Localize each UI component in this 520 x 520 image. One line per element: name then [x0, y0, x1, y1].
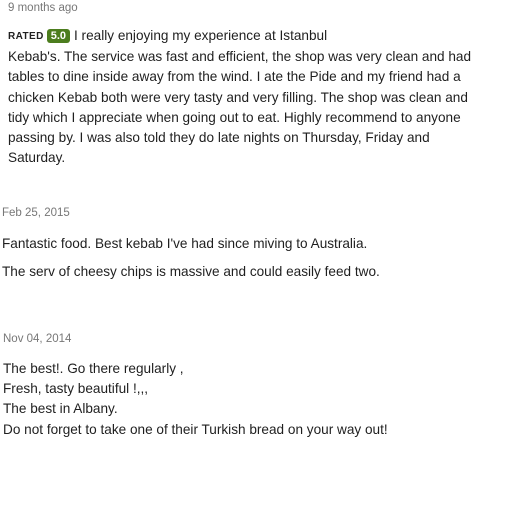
review-text-line: chicken Kebab both were very tasty and v…: [8, 89, 468, 105]
review-date: Nov 04, 2014: [3, 333, 72, 345]
review-text-line: tables to dine inside away from the wind…: [8, 69, 461, 85]
review-text-line: Fantastic food. Best kebab I've had sinc…: [2, 236, 368, 251]
review-item: Feb 25, 2015 Fantastic food. Best kebab …: [0, 205, 520, 286]
review-date: Feb 25, 2015: [2, 207, 70, 219]
review-body: The best!. Go there regularly , Fresh, t…: [3, 359, 520, 440]
review-item: 9 months ago RATED 5.0 I really enjoying m…: [0, 0, 520, 168]
review-text-line: I really enjoying my experience at Istan…: [74, 28, 328, 43]
review-text-line: The serv of cheesy chips is massive and …: [2, 264, 380, 279]
review-text-line: tidy which I appreciate when going out t…: [8, 109, 461, 125]
review-text-line: passing by. I was also told they do late…: [8, 130, 430, 146]
review-body: RATED 5.0 I really enjoying my experience …: [8, 26, 512, 168]
review-body: Fantastic food. Best kebab I've had sinc…: [2, 230, 520, 286]
rated-label: RATED: [8, 31, 44, 42]
review-text-line: The best!. Go there regularly ,: [3, 361, 184, 376]
reviews-page: 9 months ago RATED 5.0 I really enjoying m…: [0, 0, 520, 520]
review-text-line: Kebab's. The service was fast and effici…: [8, 49, 472, 65]
review-text-line: The best in Albany.: [3, 401, 118, 417]
review-text-line: Saturday.: [8, 150, 66, 166]
review-date: 9 months ago: [8, 2, 78, 14]
review-item: Nov 04, 2014 The best!. Go there regular…: [0, 331, 520, 440]
rating-badge: 5.0: [46, 29, 70, 43]
review-text-line: Fresh, tasty beautiful !,,,: [3, 381, 149, 397]
review-text-line: Do not forget to take one of their Turki…: [3, 421, 388, 437]
